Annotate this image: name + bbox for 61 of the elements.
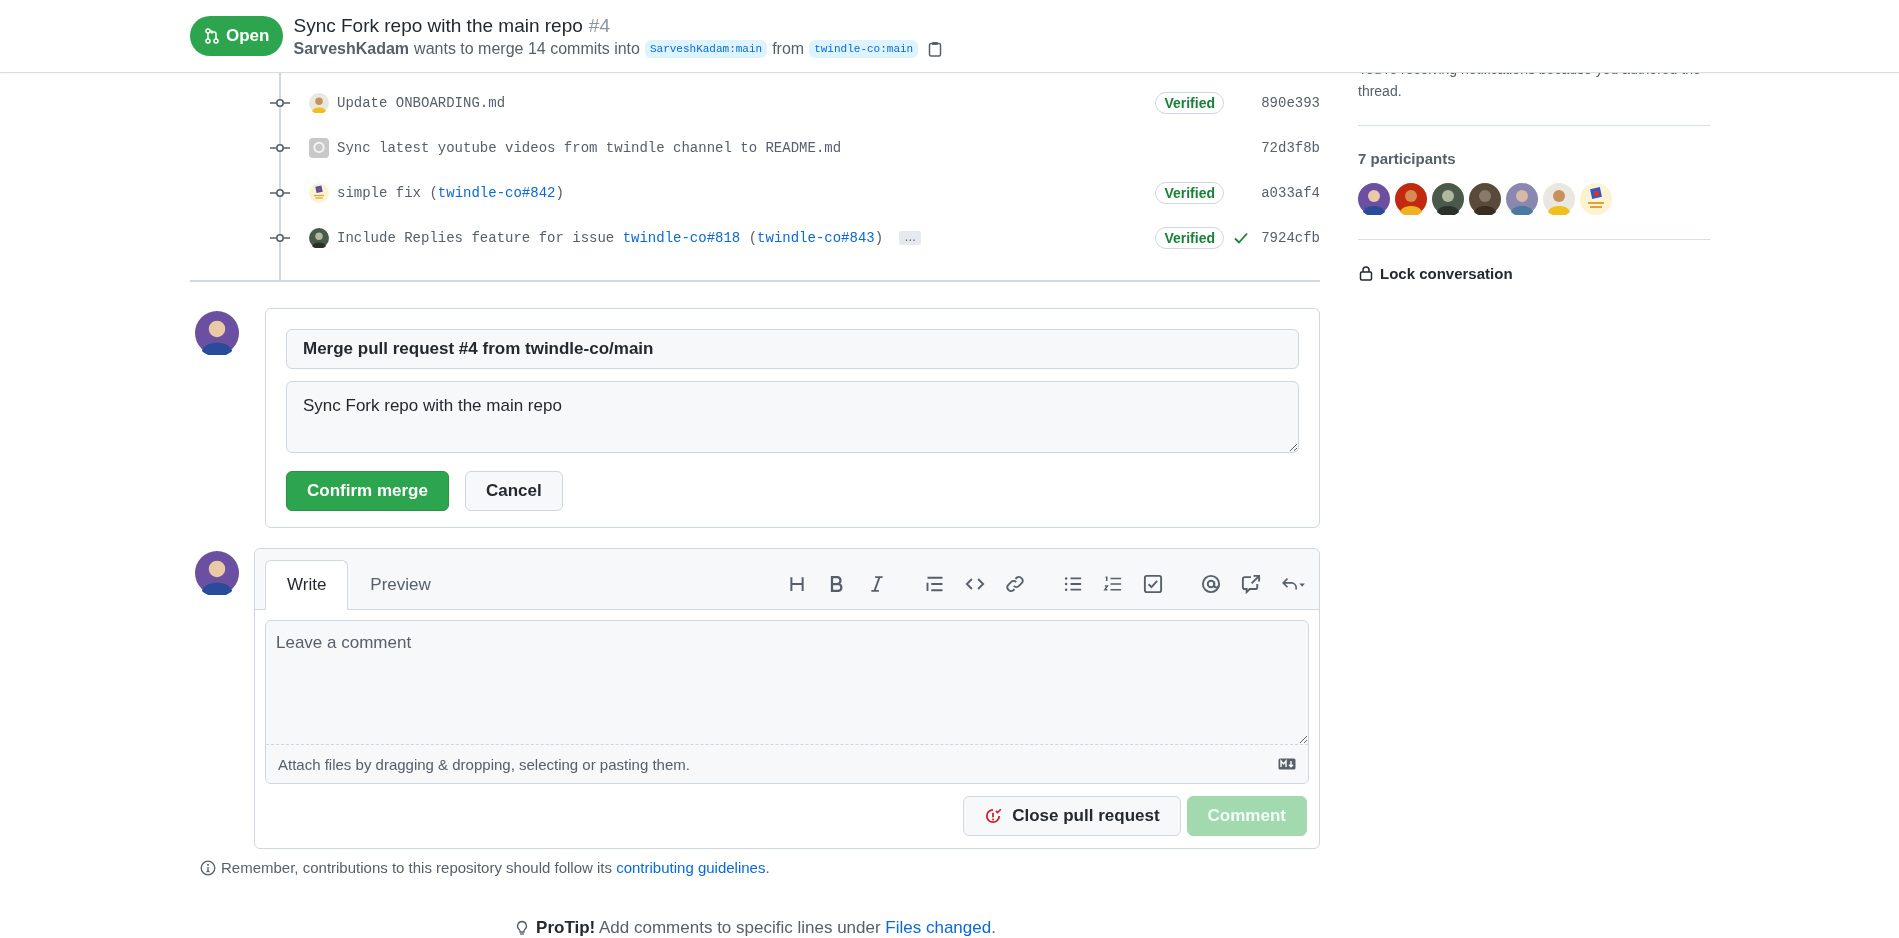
author-link[interactable]: SarveshKadam	[293, 39, 410, 58]
avatar	[1395, 183, 1427, 215]
editor-tab[interactable]: Preview	[348, 560, 453, 610]
info-icon	[200, 859, 216, 876]
avatar	[1432, 183, 1464, 215]
branch-label[interactable]: SarveshKadam:main	[644, 39, 768, 58]
commit-message[interactable]: Sync latest youtube videos from twindle channel to README.md	[337, 139, 842, 156]
pull-request-icon	[204, 28, 220, 44]
task-list-icon[interactable]	[1143, 574, 1163, 594]
avatar	[309, 137, 329, 158]
editor-tab[interactable]: Write	[265, 560, 349, 610]
protip-text: ProTip! Add comments to specific lines under Files changed.	[536, 918, 996, 938]
primary-button[interactable]: Confirm merge	[286, 471, 449, 511]
attach-hint: Attach files by dragging & dropping, selecting or pasting them.	[278, 755, 690, 773]
quote-icon[interactable]	[925, 574, 945, 594]
avatar	[309, 227, 329, 248]
avatar	[1543, 183, 1575, 215]
commit-message[interactable]: Update ONBOARDING.md	[337, 94, 506, 111]
issue-link[interactable]: twindle-co#843	[757, 229, 875, 246]
from-label: from	[772, 39, 805, 58]
commit-sha[interactable]: 72d3f8b	[1258, 139, 1320, 156]
comment-field[interactable]: Leave a comment Attach files by dragging & dropping, selecting or pasting them.	[265, 620, 1309, 784]
merge-summary: wants to merge 14 commits into	[414, 39, 640, 58]
cancel-button[interactable]: Cancel	[464, 471, 563, 511]
state-badge: Open	[190, 16, 284, 56]
commit-message-field[interactable]: Sync Fork repo with the main repo	[286, 381, 1299, 453]
close-pull-request-icon	[984, 807, 1003, 825]
commit-sha[interactable]: 890e393	[1258, 94, 1320, 111]
avatar	[1469, 183, 1501, 215]
commit-sha[interactable]: 7924cfb	[1258, 229, 1320, 246]
avatar	[195, 551, 239, 595]
commit-title-field[interactable]: Merge pull request #4 from twindle-co/main	[286, 329, 1299, 369]
avatar	[195, 311, 239, 355]
bulleted-list-icon[interactable]	[1063, 574, 1083, 594]
avatar	[1580, 183, 1612, 215]
close-pull-request-button[interactable]: Close pull request	[963, 796, 1181, 836]
link-icon[interactable]	[1005, 574, 1025, 594]
avatar	[1506, 183, 1538, 215]
guidelines-link[interactable]: contributing guidelines	[616, 859, 766, 876]
avatar	[309, 92, 329, 113]
heading-icon[interactable]	[787, 574, 807, 594]
commit-message[interactable]: simple fix (twindle-co#842)	[337, 184, 564, 201]
lock-conversation-link[interactable]: Lock conversation	[1358, 264, 1710, 282]
copy-icon[interactable]	[927, 40, 944, 57]
guidelines-note: Remember, contributions to this repository should follow its contributing guidelines.	[221, 859, 770, 876]
branch-label[interactable]: twindle-co:main	[809, 39, 919, 58]
participants-label: 7 participants	[1358, 150, 1457, 167]
files-changed-link[interactable]: Files changed	[885, 918, 992, 937]
pr-title: Sync Fork repo with the main repo	[293, 14, 583, 37]
cross-reference-icon[interactable]	[1241, 574, 1261, 594]
ellipsis-button[interactable]: …	[899, 230, 922, 245]
markdown-icon[interactable]	[1278, 756, 1296, 772]
lock-icon	[1358, 264, 1374, 282]
commit-sha[interactable]: a033af4	[1258, 184, 1320, 201]
avatar	[309, 182, 329, 203]
commit-message[interactable]: Include Replies feature for issue twindle-co#818 (twindle-co#843)	[337, 229, 884, 246]
avatar	[1358, 183, 1390, 215]
issue-link[interactable]: twindle-co#818	[622, 229, 741, 246]
pr-number: #4	[588, 14, 610, 37]
mention-icon[interactable]	[1201, 574, 1221, 594]
issue-link[interactable]: twindle-co#842	[437, 184, 556, 201]
